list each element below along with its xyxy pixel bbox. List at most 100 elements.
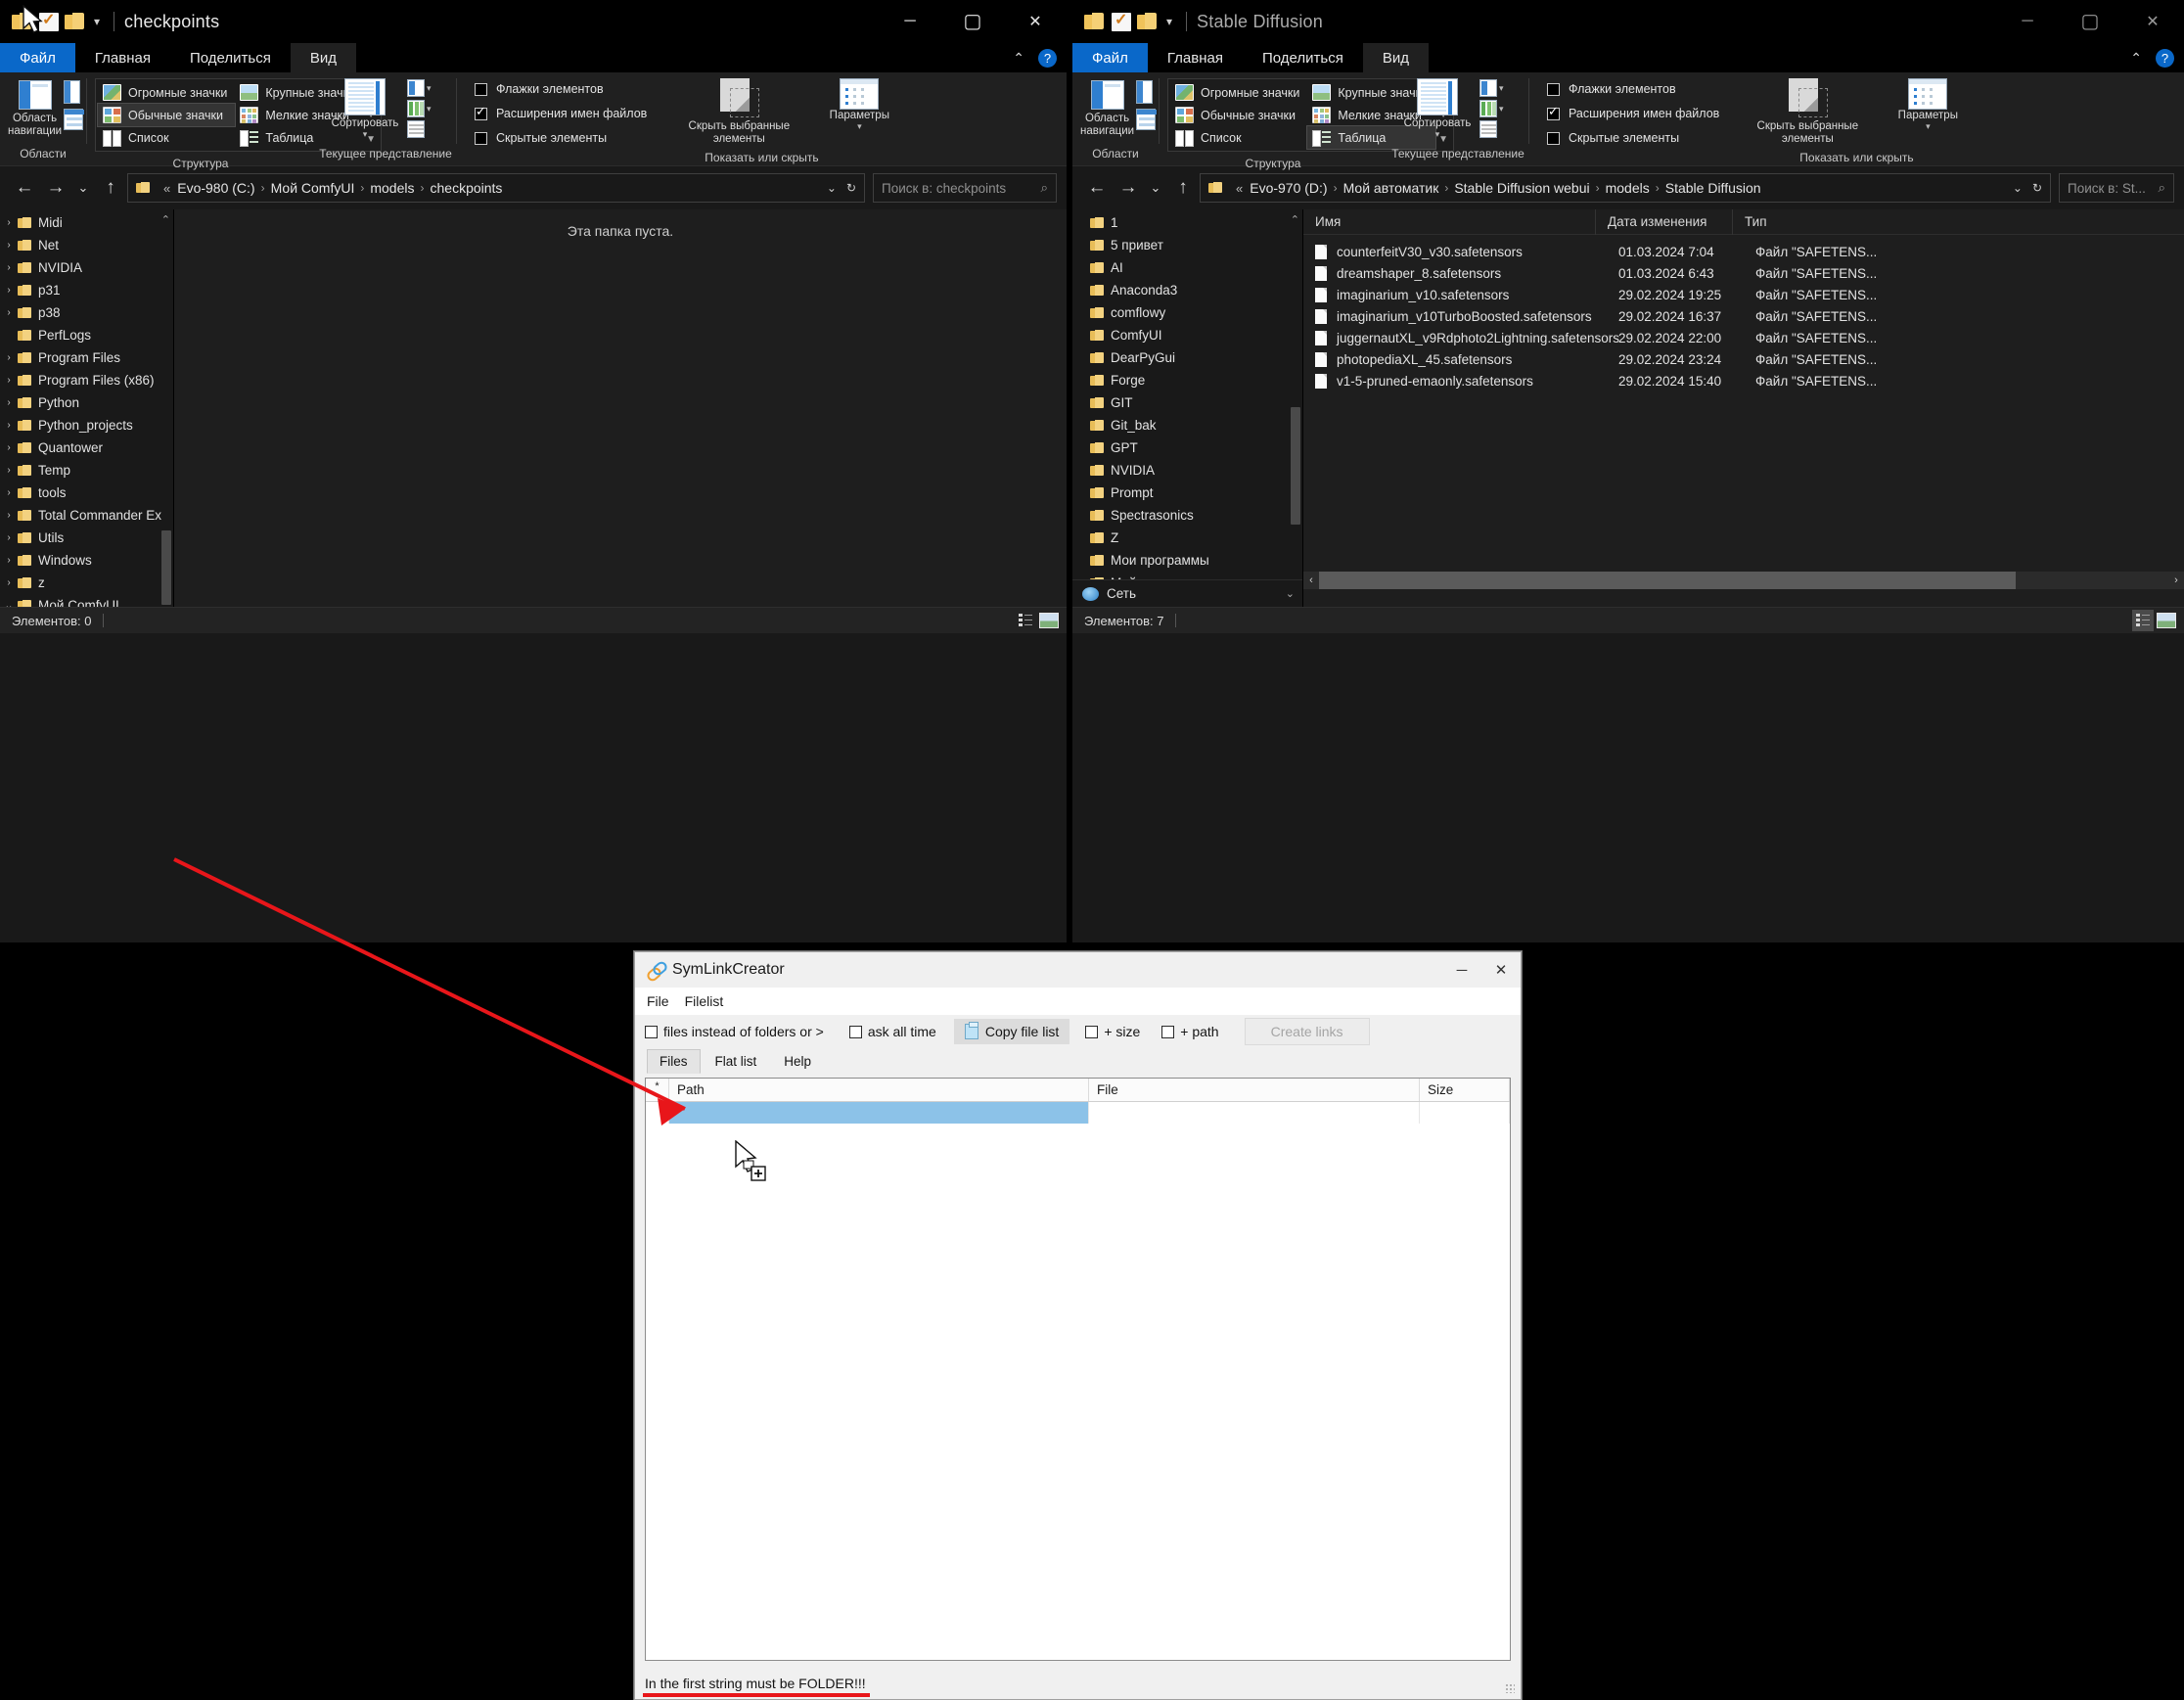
chevron-right-icon[interactable]: › <box>0 442 18 453</box>
item-checkboxes-option[interactable]: Флажки элементов <box>1547 82 1719 96</box>
size-columns-button[interactable]: ▾ <box>1479 100 1504 117</box>
filelist-grid[interactable]: * Path File Size <box>645 1078 1511 1661</box>
ribbon-tabs-left[interactable]: Файл Главная Поделиться Вид ⌃ ? <box>0 43 1067 72</box>
tab-file[interactable]: Файл <box>0 43 75 72</box>
tree-item[interactable]: GIT <box>1072 391 1302 414</box>
chevron-right-icon[interactable]: › <box>0 240 18 251</box>
files-instead-of-folders-checkbox[interactable]: files instead of folders or > <box>643 1024 834 1039</box>
checkbox-icon[interactable] <box>1085 1026 1098 1038</box>
resize-grip-icon[interactable] <box>1505 1683 1515 1693</box>
tree-item[interactable]: Мои программы <box>1072 549 1302 572</box>
back-icon[interactable]: ← <box>1082 173 1112 203</box>
collapse-ribbon-icon[interactable]: ⌃ <box>1013 50 1024 67</box>
scroll-right-icon[interactable]: › <box>2168 574 2184 586</box>
tree-item[interactable]: PerfLogs <box>0 324 173 346</box>
explorer-window-right[interactable]: ▾ Stable Diffusion ─ ▢ ✕ Файл Главная По… <box>1072 0 2184 942</box>
item-checkboxes-option[interactable]: Флажки элементов <box>475 82 647 96</box>
forward-icon[interactable]: → <box>41 173 70 203</box>
window-controls-left[interactable]: ─ ▢ ✕ <box>879 0 1067 43</box>
fit-columns-button[interactable] <box>1479 120 1504 138</box>
tab-share[interactable]: Поделиться <box>1243 43 1363 72</box>
chevron-right-icon[interactable]: › <box>0 487 18 498</box>
chevron-right-icon[interactable]: › <box>0 577 18 588</box>
breadcrumb-left[interactable]: Evo-980 (C:) › Мой ComfyUI › models › ch… <box>177 180 502 196</box>
chevron-right-icon[interactable]: › <box>0 217 18 228</box>
checkbox-icon[interactable] <box>475 132 487 145</box>
sort-by-button[interactable]: Сортировать ▾ <box>1395 76 1479 140</box>
column-header-modified[interactable]: Дата изменения <box>1595 209 1732 235</box>
chevron-right-icon[interactable]: › <box>0 375 18 386</box>
scroll-left-icon[interactable]: ‹ <box>1303 574 1319 586</box>
checkbox-icon[interactable] <box>1547 132 1560 145</box>
help-icon[interactable]: ? <box>1038 49 1057 68</box>
close-button[interactable]: ✕ <box>1481 952 1521 988</box>
tree-item[interactable]: NVIDIA <box>1072 459 1302 482</box>
file-row[interactable]: counterfeitV30_v30.safetensors01.03.2024… <box>1303 241 2184 262</box>
grid-header[interactable]: * Path File Size <box>646 1079 1510 1102</box>
layout-list[interactable]: Список <box>1170 126 1307 149</box>
up-icon[interactable]: ↑ <box>1168 173 1198 203</box>
thumbnails-view-button[interactable] <box>1039 610 1061 631</box>
chevron-down-icon[interactable]: ⌄ <box>0 599 18 607</box>
tab-home[interactable]: Главная <box>75 43 170 72</box>
tree-item[interactable]: ComfyUI <box>1072 324 1302 346</box>
tree-item[interactable]: ›Utils <box>0 527 173 549</box>
tree-item[interactable]: ›Program Files <box>0 346 173 369</box>
hidden-items-option[interactable]: Скрытые элементы <box>1547 131 1719 145</box>
chevron-down-icon[interactable]: ▾ <box>1435 129 1440 140</box>
breadcrumb-item[interactable]: Мой автоматик <box>1343 180 1439 196</box>
tree-item[interactable]: GPT <box>1072 436 1302 459</box>
grid-cell-size[interactable] <box>1420 1102 1510 1124</box>
chevron-down-icon[interactable]: ⌄ <box>1286 587 1295 600</box>
tree-item[interactable]: ⌄Мой ComfyUI <box>0 594 173 607</box>
close-button[interactable]: ✕ <box>2121 0 2184 43</box>
search-icon[interactable]: ⌕ <box>2158 180 2165 196</box>
hidden-items-option[interactable]: Скрытые элементы <box>475 131 647 145</box>
properties-icon[interactable] <box>1112 13 1131 31</box>
sort-by-button[interactable]: Сортировать ▾ <box>323 76 407 140</box>
plus-size-checkbox[interactable]: + size <box>1083 1024 1150 1039</box>
grid-row[interactable] <box>646 1102 1510 1124</box>
file-row[interactable]: imaginarium_v10TurboBoosted.safetensors2… <box>1303 305 2184 327</box>
explorer-window-left[interactable]: ▾ checkpoints ─ ▢ ✕ Файл Главная Поделит… <box>0 0 1067 942</box>
column-header-name[interactable]: Имя⌃ <box>1303 209 1595 235</box>
chevron-right-icon[interactable]: › <box>0 397 18 408</box>
tree-item[interactable]: Z <box>1072 527 1302 549</box>
tab-view[interactable]: Вид <box>1363 43 1429 72</box>
tree-item[interactable]: ›tools <box>0 482 173 504</box>
minimize-button[interactable]: ─ <box>1996 0 2059 43</box>
grid-cell-path[interactable] <box>669 1102 1089 1124</box>
search-box-left[interactable]: Поиск в: checkpoints ⌕ <box>873 173 1057 203</box>
tree-item[interactable]: Git_bak <box>1072 414 1302 436</box>
minimize-button[interactable]: ─ <box>879 0 941 43</box>
menu-file[interactable]: File <box>647 993 669 1009</box>
tree-item[interactable]: Prompt <box>1072 482 1302 504</box>
search-box-right[interactable]: Поиск в: St... ⌕ <box>2059 173 2174 203</box>
forward-icon[interactable]: → <box>1114 173 1143 203</box>
tab-home[interactable]: Главная <box>1148 43 1243 72</box>
hide-selected-button[interactable]: Скрыть выбранные элементы <box>1749 76 1866 146</box>
layout-extra-large-icons[interactable]: Огромные значки <box>98 81 235 104</box>
quick-access-toolbar-right[interactable]: ▾ <box>1072 13 1176 31</box>
chevron-right-icon[interactable]: › <box>0 532 18 543</box>
navigation-tree-right[interactable]: 15 приветAIAnaconda3comflowyComfyUIDearP… <box>1072 209 1303 607</box>
tree-item[interactable]: Spectrasonics <box>1072 504 1302 527</box>
tree-item[interactable]: ›Program Files (x86) <box>0 369 173 391</box>
add-columns-button[interactable]: ▾ <box>407 79 432 97</box>
grid-column-size[interactable]: Size <box>1420 1079 1510 1101</box>
new-folder-icon[interactable] <box>1137 13 1159 30</box>
tree-item[interactable]: ›Net <box>0 234 173 256</box>
checkbox-checked-icon[interactable] <box>475 108 487 120</box>
network-node[interactable]: Сеть ⌄ <box>1072 579 1302 607</box>
options-button[interactable]: Параметры ▾ <box>1887 76 1969 132</box>
refresh-icon[interactable]: ↻ <box>846 181 856 195</box>
file-row[interactable]: imaginarium_v10.safetensors29.02.2024 19… <box>1303 284 2184 305</box>
up-icon[interactable]: ↑ <box>96 173 125 203</box>
file-list-left[interactable]: Эта папка пуста. <box>174 209 1067 607</box>
address-field-left[interactable]: « Evo-980 (C:) › Мой ComfyUI › models › … <box>127 173 865 203</box>
breadcrumb-item[interactable]: models <box>1606 180 1650 196</box>
back-icon[interactable]: ← <box>10 173 39 203</box>
tree-item[interactable]: ›Quantower <box>0 436 173 459</box>
grid-column-path[interactable]: Path <box>669 1079 1089 1101</box>
layout-list[interactable]: Список <box>98 126 235 149</box>
